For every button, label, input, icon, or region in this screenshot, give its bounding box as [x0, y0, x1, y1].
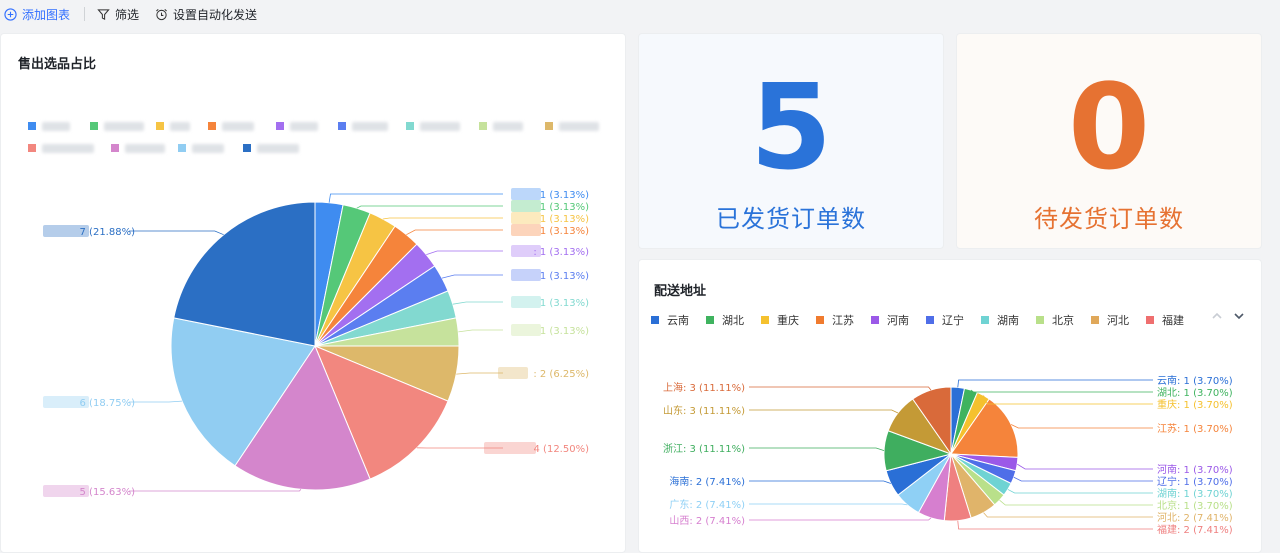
pie-slice-label: 5 (15.63%)	[80, 487, 136, 498]
pie-label-line	[129, 489, 301, 491]
address-pie-chart: 云南: 1 (3.70%)湖北: 1 (3.70%)重庆: 1 (3.70%) 江…	[639, 260, 1261, 552]
pie-label-line	[453, 302, 503, 304]
filter-icon	[97, 8, 110, 21]
redacted-slice-name	[511, 188, 541, 200]
pie-label-line	[749, 387, 931, 390]
pie-label-line	[958, 521, 1153, 529]
pie-slice-label: 河北: 2 (7.41%)	[1157, 512, 1233, 524]
plus-circle-icon	[4, 8, 17, 21]
add-chart-label: 添加图表	[22, 6, 70, 23]
redacted-slice-name	[511, 269, 541, 281]
pie-slice-label: 湖南: 1 (3.70%)	[1157, 487, 1233, 500]
pie-slice-label: 6 (18.75%)	[80, 398, 136, 409]
pie-label-line	[1011, 424, 1153, 428]
pie-label-line	[958, 380, 1153, 387]
redacted-slice-name	[498, 367, 528, 379]
pie-slice-label: 海南: 2 (7.41%)	[669, 475, 745, 488]
auto-send-button[interactable]: 设置自动化发送	[155, 0, 257, 28]
pie-label-line	[749, 504, 907, 505]
pie-slice-label: 7 (21.88%)	[80, 227, 136, 238]
pending-orders-value: 0	[957, 68, 1261, 186]
toolbar-divider	[84, 7, 85, 21]
pie-label-line	[1008, 489, 1153, 493]
pie-label-line	[357, 206, 503, 208]
redacted-slice-name	[511, 224, 541, 236]
pie-label-line	[749, 410, 898, 413]
redacted-slice-name	[511, 296, 541, 308]
pie-slice-label: : 1 (3.13%)	[533, 247, 589, 258]
pie-slice-label: 1 (3.13%)	[540, 298, 589, 309]
pie-label-line	[984, 395, 1153, 404]
pie-label-line	[749, 518, 931, 520]
redacted-slice-name	[511, 200, 541, 212]
pie-label-line	[749, 448, 884, 451]
redacted-slice-name	[484, 442, 536, 454]
pie-label-line	[749, 481, 891, 484]
pie-label-line	[442, 275, 503, 278]
auto-send-label: 设置自动化发送	[173, 6, 257, 23]
pie-label-line	[406, 230, 503, 235]
pie-slice-label: 广东: 2 (7.41%)	[669, 498, 745, 511]
product-pie-chart: 7 (21.88%) 6 (18.75%) 5 (15.63%) 4 (12.50%)…	[1, 34, 625, 552]
pie-slice-label: 湖北: 1 (3.70%)	[1157, 387, 1233, 399]
filter-button[interactable]: 筛选	[97, 0, 139, 28]
pie-slice-label: 1 (3.13%)	[540, 326, 589, 337]
pie-slice-label: 辽宁: 1 (3.70%)	[1157, 475, 1233, 488]
add-chart-button[interactable]: 添加图表	[4, 0, 70, 28]
alarm-clock-icon	[155, 8, 168, 21]
shipped-orders-card: 5 已发货订单数	[638, 33, 944, 249]
redacted-slice-name	[511, 324, 541, 336]
pie-slice-label: 上海: 3 (11.11%)	[663, 381, 745, 394]
pie-slice-label: : 2 (6.25%)	[533, 369, 589, 380]
shipped-orders-value: 5	[639, 68, 943, 186]
pie-slice-label: 福建: 2 (7.41%)	[1157, 523, 1233, 536]
pie-slice-label: 山西: 2 (7.41%)	[669, 515, 745, 527]
pie-label-line	[383, 218, 503, 219]
pie-label-line	[456, 373, 503, 374]
pie-label-line	[329, 194, 503, 203]
pie-slice-label: 江苏: 1 (3.70%)	[1157, 422, 1233, 435]
redacted-slice-name	[511, 212, 541, 224]
pie-slice-label: 1 (3.13%)	[540, 190, 589, 201]
pie-label-line	[1014, 477, 1153, 481]
pie-label-line	[1000, 500, 1153, 505]
shipped-orders-label: 已发货订单数	[639, 199, 943, 234]
delivery-address-card: 配送地址 云南湖北重庆江苏河南辽宁湖南北京河北福建 云南: 1 (3.70%)湖…	[638, 259, 1262, 553]
pie-slice-label: 重庆: 1 (3.70%)	[1157, 398, 1233, 411]
pie-slice-label: 云南: 1 (3.70%)	[1157, 374, 1233, 387]
filter-label: 筛选	[115, 6, 139, 23]
pie-label-line	[984, 513, 1153, 517]
product-share-card: 售出选品占比 7 (21.88%)6 (18.75%)5 (15.63%)4 (…	[0, 33, 626, 553]
pie-label-line	[129, 231, 224, 235]
pie-label-line	[1017, 464, 1153, 469]
pie-slice-label: 河南: 1 (3.70%)	[1157, 463, 1233, 476]
pie-slice-label: 1 (3.13%)	[540, 214, 589, 225]
pie-slice-label: 1 (3.13%)	[540, 271, 589, 282]
toolbar: 添加图表 筛选 设置自动化发送	[0, 0, 1280, 28]
pie-slice-label: 北京: 1 (3.70%)	[1157, 499, 1233, 512]
pie-label-line	[129, 401, 182, 402]
pie-slice-label: 4 (12.50%)	[534, 444, 590, 455]
pie-slice-label: 浙江: 3 (11.11%)	[663, 443, 745, 455]
pending-orders-label: 待发货订单数	[957, 199, 1261, 234]
pie-slice-label: 1 (3.13%)	[540, 226, 589, 237]
pending-orders-card: 0 待发货订单数	[956, 33, 1262, 249]
pie-label-line	[458, 330, 503, 332]
pie-label-line	[971, 390, 1153, 392]
pie-slice-label: 山东: 3 (11.11%)	[663, 404, 745, 417]
pie-label-line	[426, 251, 503, 255]
pie-slice-label: 1 (3.13%)	[540, 202, 589, 213]
